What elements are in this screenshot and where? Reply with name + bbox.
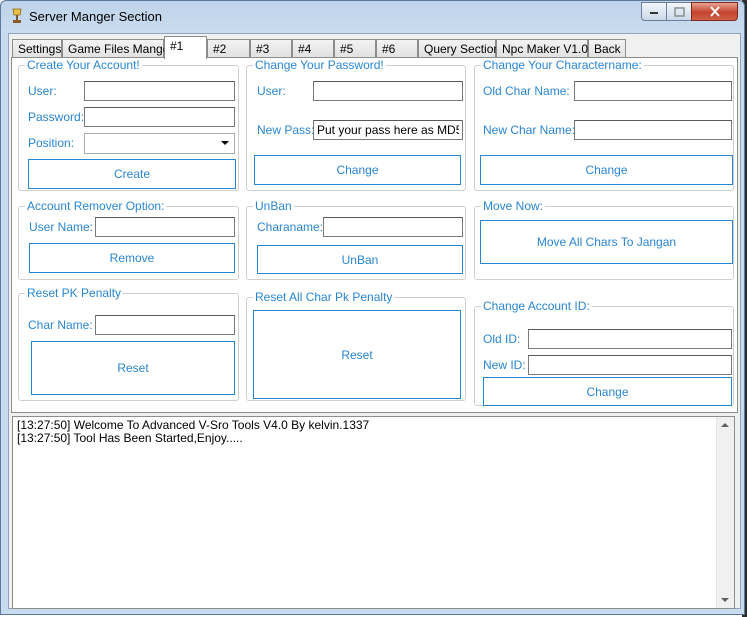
change-password-group: Change Your Password! User: New Pass: Ch… (246, 58, 466, 191)
password-label: Password: (28, 110, 85, 124)
client-area: Settings Game Files Manger #1 #2 #3 #4 #… (8, 33, 741, 609)
tab-3[interactable]: #3 (250, 39, 292, 58)
window-title: Server Manger Section (29, 9, 162, 24)
change-password-button[interactable]: Change (254, 155, 461, 185)
remove-button[interactable]: Remove (29, 243, 235, 273)
change-charname-group: Change Your Charactername: Old Char Name… (474, 58, 734, 191)
charaname-label: Charaname: (257, 220, 324, 234)
change-account-id-button[interactable]: Change (483, 377, 732, 406)
reset-all-pk-button[interactable]: Reset (253, 310, 461, 399)
group-legend: Create Your Account! (25, 58, 142, 72)
old-id-input[interactable] (528, 329, 732, 349)
old-char-name-label: Old Char Name: (483, 84, 570, 98)
tab-npc-maker[interactable]: Npc Maker V1.0 (496, 39, 588, 58)
close-icon (709, 6, 720, 17)
minimize-button[interactable] (641, 2, 667, 21)
tab-back[interactable]: Back (588, 39, 626, 58)
change-password-user-input[interactable] (313, 81, 463, 101)
group-legend: UnBan (253, 199, 294, 213)
move-all-chars-button[interactable]: Move All Chars To Jangan (480, 220, 733, 264)
old-id-label: Old ID: (483, 332, 521, 346)
old-char-name-input[interactable] (574, 81, 732, 101)
user-label: User: (28, 84, 57, 98)
lamp-icon (12, 8, 22, 23)
create-user-input[interactable] (84, 81, 235, 101)
new-char-name-input[interactable] (574, 120, 732, 140)
account-remover-group: Account Remover Option: User Name: Remov… (18, 199, 239, 280)
log-lines: [13:27:50] Welcome To Advanced V-Sro Too… (17, 419, 369, 445)
scroll-down-icon[interactable] (721, 598, 729, 602)
change-account-id-group: Change Account ID: Old ID: New ID: Chang… (474, 299, 734, 406)
position-label: Position: (28, 136, 75, 150)
create-password-input[interactable] (84, 107, 235, 127)
tab-panel-1: Create Your Account! User: Password: Pos… (11, 57, 738, 413)
user-name-label: User Name: (29, 220, 94, 234)
app-window: Server Manger Section Settings Game File… (0, 0, 745, 615)
close-button[interactable] (691, 2, 738, 21)
chevron-down-icon (221, 141, 229, 145)
group-legend: Account Remover Option: (25, 199, 167, 213)
reset-pk-button[interactable]: Reset (31, 341, 235, 395)
position-dropdown[interactable] (84, 133, 235, 154)
tab-settings[interactable]: Settings (12, 39, 62, 58)
create-account-group: Create Your Account! User: Password: Pos… (18, 58, 239, 191)
group-legend: Reset PK Penalty (25, 286, 124, 300)
change-charname-button[interactable]: Change (480, 155, 733, 185)
group-legend: Change Your Charactername: (481, 58, 644, 72)
log-box[interactable]: [13:27:50] Welcome To Advanced V-Sro Too… (12, 416, 735, 609)
group-legend: Change Your Password! (253, 58, 386, 72)
group-legend: Reset All Char Pk Penalty (253, 290, 395, 304)
user-label: User: (257, 84, 286, 98)
group-legend: Move Now: (481, 199, 546, 213)
move-now-group: Move Now: Move All Chars To Jangan (474, 199, 734, 280)
log-scrollbar[interactable] (716, 417, 734, 608)
unban-group: UnBan Charaname: UnBan (246, 199, 466, 280)
new-id-input[interactable] (528, 355, 732, 375)
minimize-icon (650, 11, 658, 14)
tab-2[interactable]: #2 (207, 39, 250, 58)
log-line: [13:27:50] Tool Has Been Started,Enjoy..… (17, 431, 243, 445)
tab-6[interactable]: #6 (376, 39, 418, 58)
new-pass-input[interactable] (313, 120, 463, 140)
create-button[interactable]: Create (28, 159, 236, 189)
new-char-name-label: New Char Name: (483, 123, 576, 137)
tab-4[interactable]: #4 (292, 39, 334, 58)
unban-charname-input[interactable] (323, 217, 463, 237)
remove-user-input[interactable] (95, 217, 235, 237)
maximize-icon (673, 6, 685, 17)
char-name-label: Char Name: (28, 318, 93, 332)
unban-button[interactable]: UnBan (257, 245, 463, 274)
tab-1[interactable]: #1 (164, 36, 207, 59)
maximize-button[interactable] (666, 2, 692, 21)
tab-query-section[interactable]: Query Section (418, 39, 500, 58)
tab-game-files-manger[interactable]: Game Files Manger (62, 39, 173, 58)
new-pass-label: New Pass: (257, 123, 315, 137)
title-bar[interactable]: Server Manger Section (1, 1, 746, 33)
group-legend: Change Account ID: (481, 299, 592, 313)
new-id-label: New ID: (483, 358, 526, 372)
reset-pk-char-input[interactable] (95, 315, 235, 335)
reset-pk-group: Reset PK Penalty Char Name: Reset (18, 286, 239, 401)
reset-all-pk-group: Reset All Char Pk Penalty Reset (246, 290, 466, 401)
tab-5[interactable]: #5 (334, 39, 376, 58)
scroll-up-icon[interactable] (721, 423, 729, 427)
